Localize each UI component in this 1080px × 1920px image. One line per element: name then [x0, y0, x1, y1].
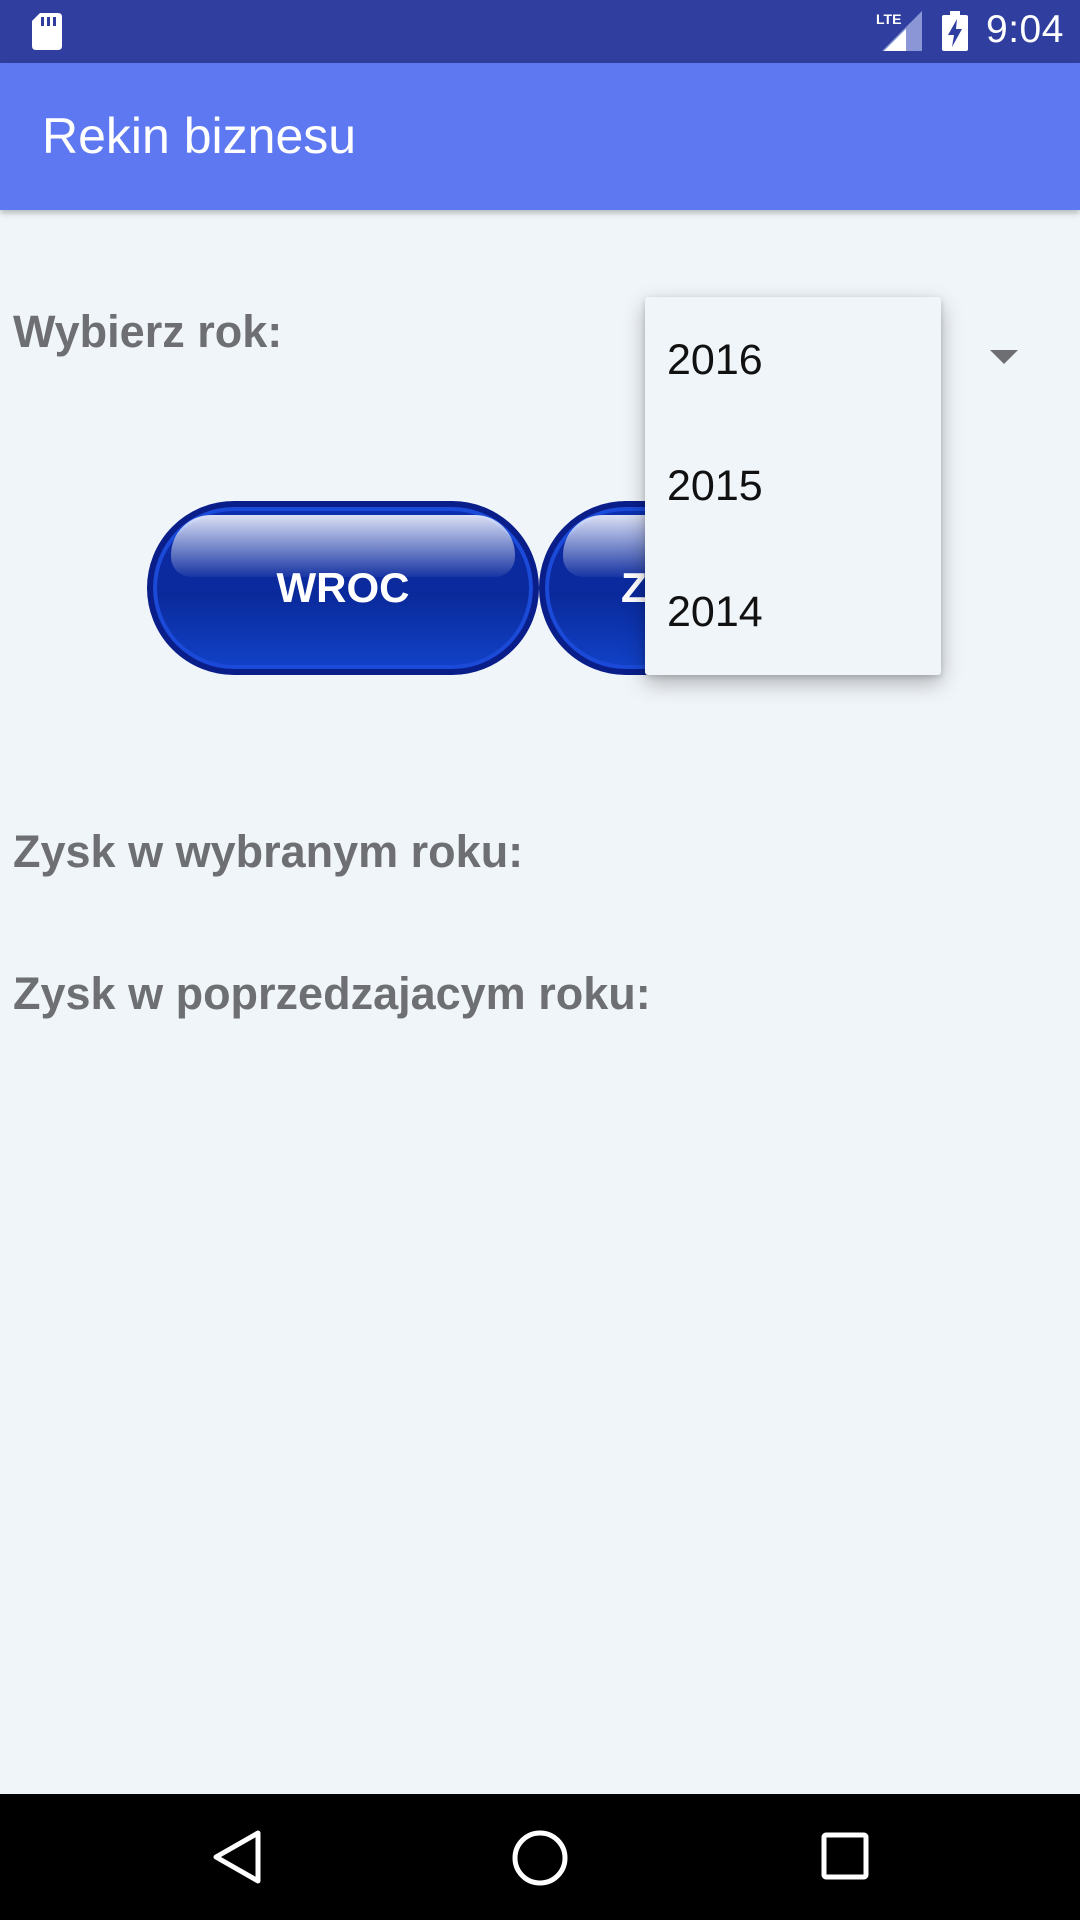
profit-previous-label: Zysk w poprzedzajacym roku: — [13, 968, 651, 1019]
lte-signal-icon: LTE — [876, 11, 922, 51]
battery-charging-icon — [942, 11, 968, 51]
lte-text: LTE — [876, 11, 901, 27]
profit-selected-label: Zysk w wybranym roku: — [13, 826, 524, 877]
dropdown-option[interactable]: 2015 — [645, 423, 941, 549]
dropdown-option[interactable]: 2014 — [645, 549, 941, 675]
home-icon[interactable] — [510, 1828, 570, 1888]
back-button[interactable]: WROC — [147, 501, 539, 675]
year-dropdown-menu: 2016 2015 2014 — [645, 297, 941, 675]
second-button-label: Z — [621, 564, 647, 611]
navigation-bar — [0, 1794, 1080, 1920]
back-icon[interactable] — [210, 1829, 264, 1885]
app-bar: Rekin biznesu — [0, 63, 1080, 210]
dropdown-arrow-icon[interactable] — [990, 350, 1018, 364]
sd-card-icon — [32, 13, 62, 50]
status-bar: LTE 9:04 — [0, 0, 1080, 63]
back-button-label: WROC — [276, 564, 410, 611]
recents-icon[interactable] — [820, 1831, 870, 1881]
year-label: Wybierz rok: — [13, 306, 283, 357]
app-title: Rekin biznesu — [42, 108, 357, 164]
dropdown-option[interactable]: 2016 — [645, 297, 941, 423]
status-time: 9:04 — [986, 8, 1064, 51]
